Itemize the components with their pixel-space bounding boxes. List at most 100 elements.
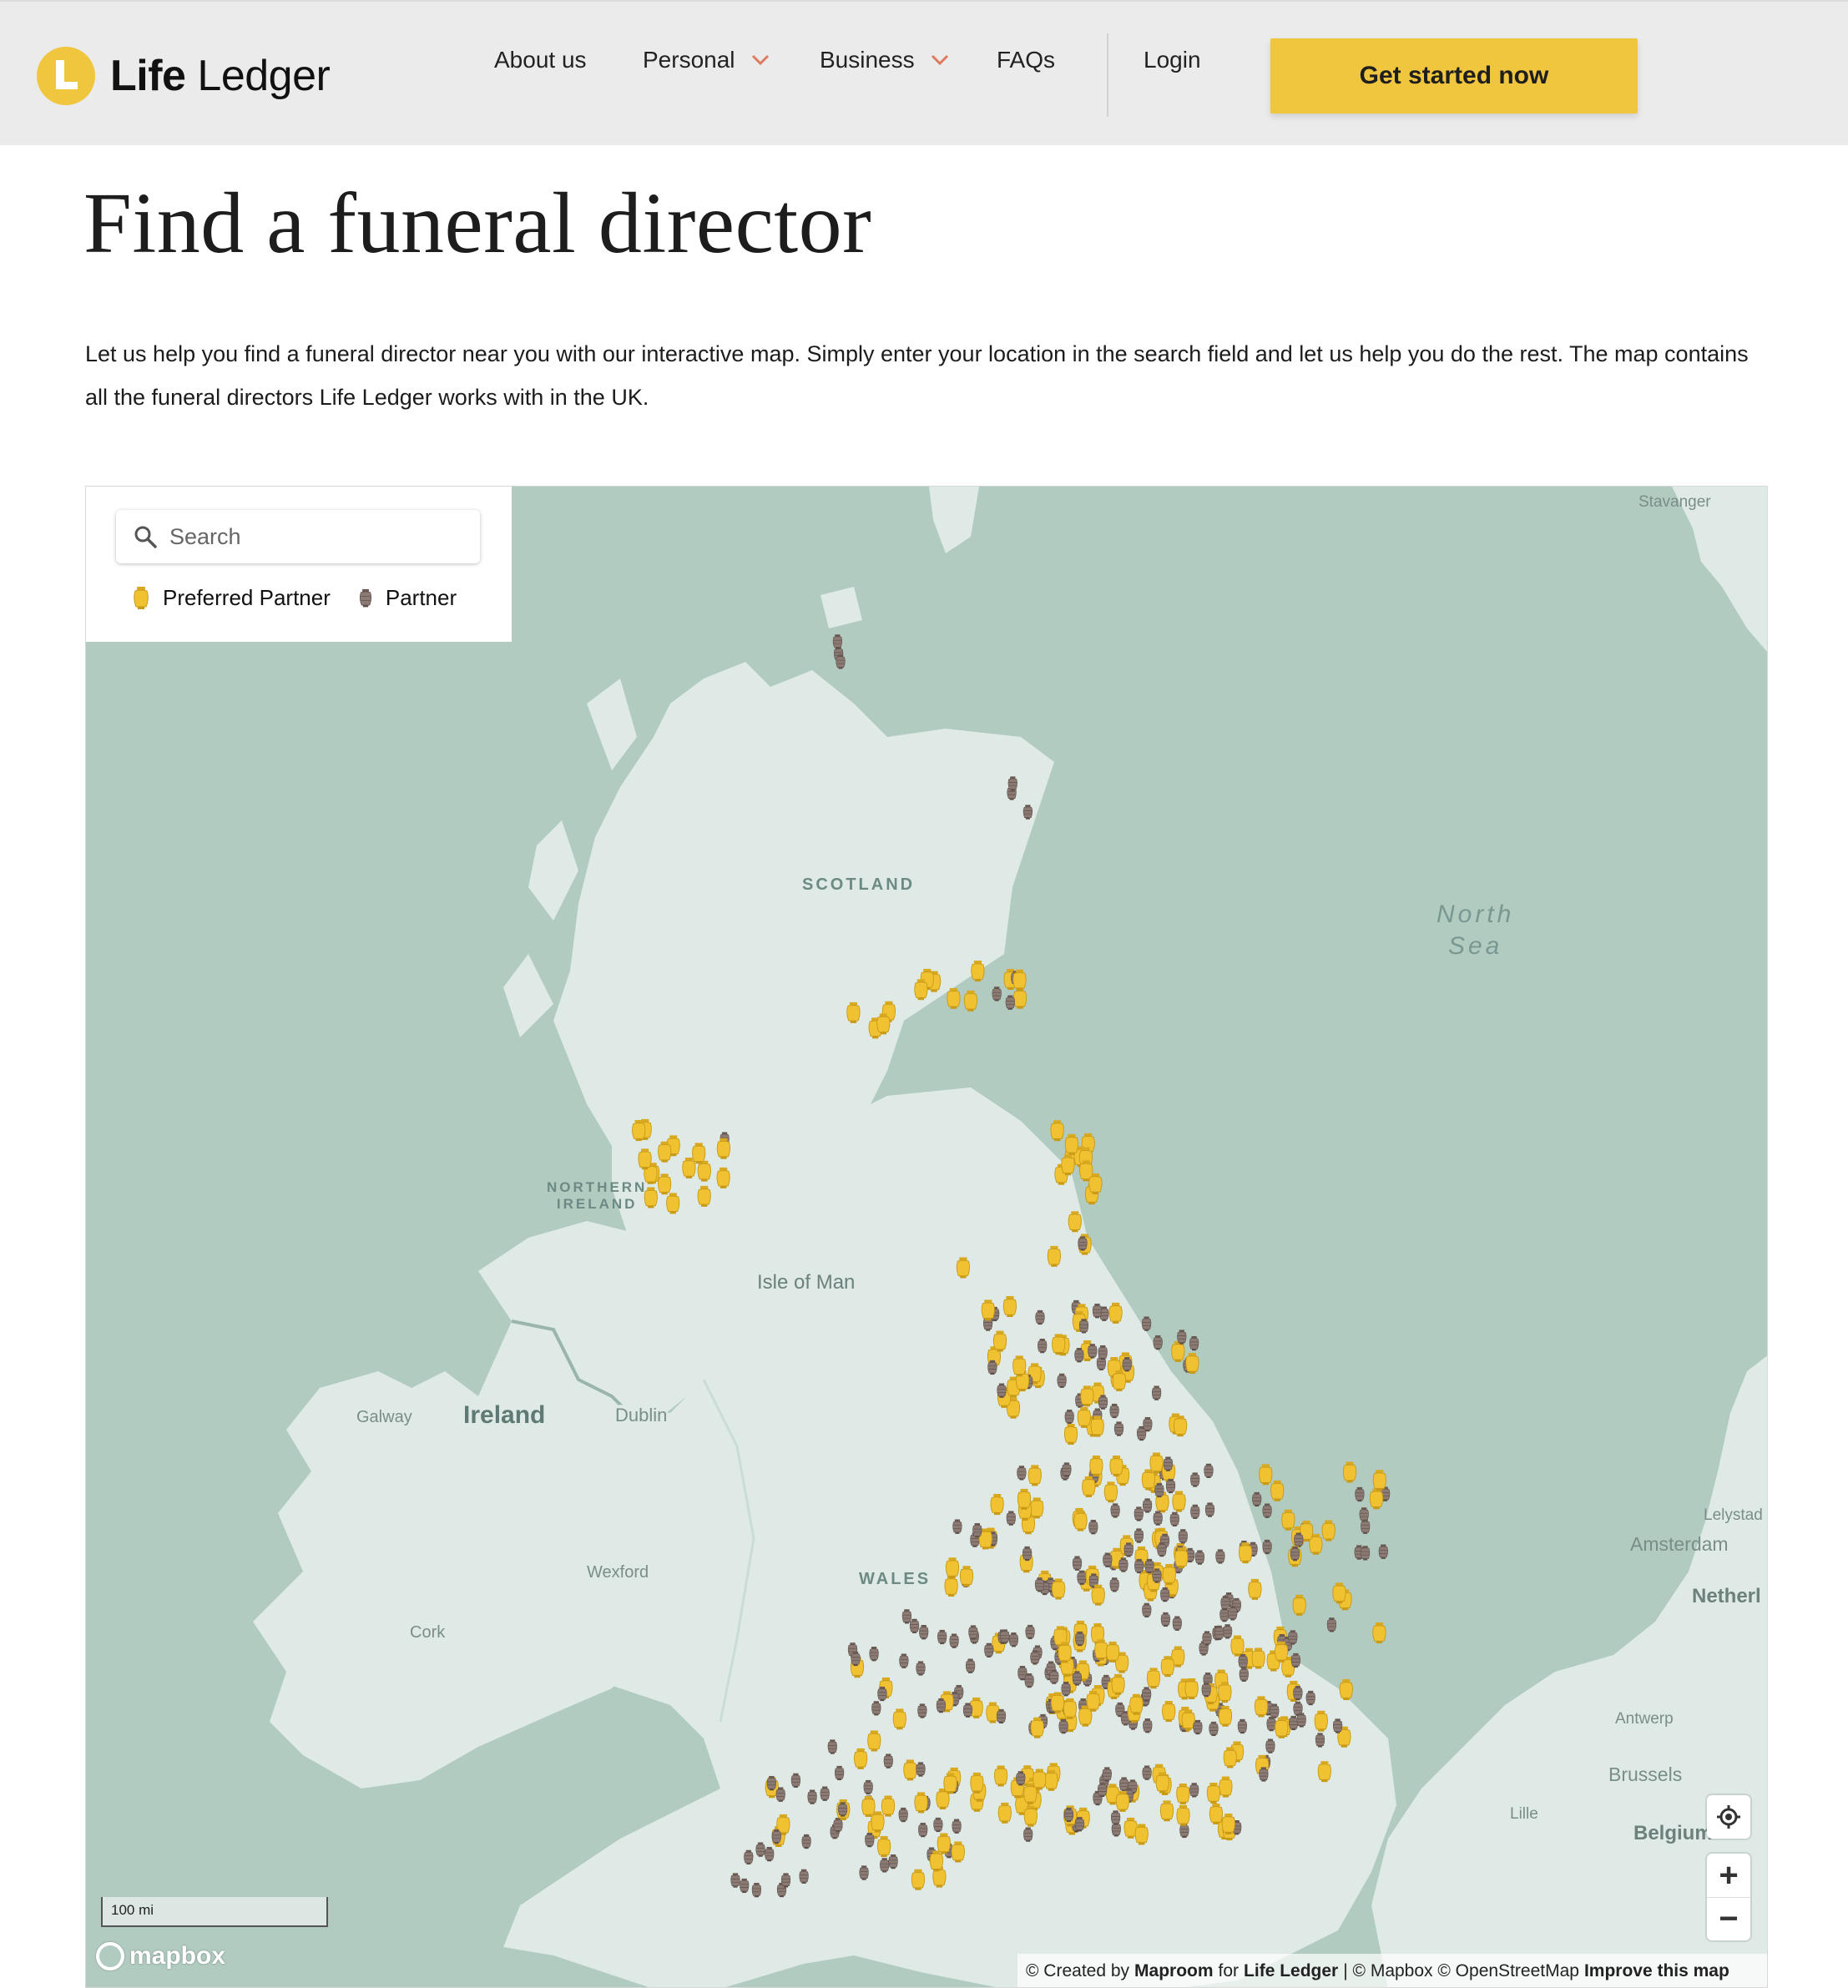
map-legend: Preferred Partner Partner — [133, 585, 485, 611]
zoom-controls: + − — [1707, 1854, 1750, 1940]
partner-marker[interactable] — [1141, 1316, 1152, 1332]
partner-marker[interactable] — [1288, 1630, 1298, 1645]
preferred-partner-marker[interactable] — [963, 990, 978, 1012]
legend-partner: Partner — [359, 585, 457, 611]
map-attribution: © Created by Maproom for Life Ledger | ©… — [1017, 1954, 1767, 1987]
map-label-belgium: Belgium — [1633, 1822, 1713, 1844]
preferred-partner-marker[interactable] — [1332, 1582, 1346, 1604]
partner-marker[interactable] — [1153, 1335, 1163, 1350]
map-label-north-sea-line1: North — [1436, 901, 1515, 928]
nav-business-label: Business — [820, 47, 915, 73]
map-label-scotland: SCOTLAND — [802, 875, 916, 894]
locate-icon — [1717, 1805, 1740, 1829]
nav-faqs-label: FAQs — [997, 47, 1056, 73]
preferred-partner-marker[interactable] — [1342, 1461, 1357, 1483]
partner-urn-icon — [359, 588, 372, 608]
map-search-box[interactable] — [116, 510, 480, 563]
partner-marker[interactable] — [1326, 1617, 1337, 1632]
attribution-for: for — [1218, 1961, 1240, 1980]
map-label-wexford: Wexford — [587, 1563, 649, 1582]
chevron-down-icon — [751, 54, 769, 66]
partner-marker[interactable] — [1189, 1335, 1199, 1351]
nav-faqs[interactable]: FAQs — [997, 47, 1055, 73]
map-label-stavanger: Stavanger — [1638, 493, 1711, 511]
life-ledger-logo[interactable]: Life Ledger — [37, 47, 331, 105]
map-label-galway: Galway — [356, 1408, 412, 1426]
partner-marker[interactable] — [992, 986, 1002, 1002]
zoom-in-button[interactable]: + — [1707, 1854, 1750, 1897]
get-started-button[interactable]: Get started now — [1270, 38, 1638, 114]
mapbox-wordmark: mapbox — [129, 1942, 226, 1970]
preferred-partner-marker[interactable] — [1372, 1470, 1386, 1491]
funeral-director-map[interactable]: Stavanger SCOTLAND North Sea NORTHERN IR… — [85, 486, 1768, 1988]
mapbox-logo[interactable]: mapbox — [96, 1942, 225, 1970]
map-label-ni-line1: NORTHERN — [547, 1179, 648, 1195]
improve-map-link[interactable]: Improve this map — [1584, 1961, 1729, 1981]
partner-marker[interactable] — [832, 634, 843, 649]
attribution-osm-links[interactable]: | © Mapbox © OpenStreetMap — [1343, 1961, 1579, 1981]
nav-about-label: About us — [494, 47, 587, 73]
logo-mark-icon — [37, 47, 95, 105]
partner-marker[interactable] — [1378, 1544, 1388, 1560]
intro-paragraph: Let us help you find a funeral director … — [85, 341, 1749, 410]
map-label-lille: Lille — [1510, 1805, 1538, 1823]
legend-partner-label: Partner — [385, 585, 457, 610]
map-label-northern-ireland: NORTHERN IRELAND — [547, 1179, 647, 1213]
site-header: Life Ledger About us Personal Business F… — [0, 0, 1848, 145]
nav-personal[interactable]: Personal — [643, 47, 770, 73]
logo-wordmark: Life Ledger — [110, 52, 331, 100]
map-label-north-sea-line2: Sea — [1447, 932, 1503, 960]
preferred-partner-marker[interactable] — [1292, 1594, 1306, 1617]
map-label-north-sea: North Sea — [1436, 899, 1514, 962]
preferred-partner-marker[interactable] — [1259, 1464, 1273, 1486]
map-label-cork: Cork — [410, 1623, 446, 1642]
partner-marker[interactable] — [1262, 1539, 1272, 1555]
legend-preferred-label: Preferred Partner — [163, 585, 331, 610]
legend-preferred-partner: Preferred Partner — [133, 585, 331, 611]
preferred-partner-marker[interactable] — [1064, 1133, 1079, 1156]
nav-login[interactable]: Login — [1144, 47, 1201, 73]
preferred-partner-marker[interactable] — [1372, 1622, 1386, 1644]
zoom-out-button[interactable]: − — [1707, 1897, 1750, 1940]
get-started-label: Get started now — [1359, 62, 1549, 89]
map-label-isle-of-man: Isle of Man — [757, 1271, 856, 1294]
map-label-netherlands: Netherl — [1692, 1585, 1761, 1607]
map-basemap[interactable] — [86, 487, 1768, 1988]
attribution-life-ledger-link[interactable]: Life Ledger — [1244, 1961, 1338, 1981]
nav-login-label: Login — [1144, 47, 1201, 73]
chevron-down-icon — [931, 54, 948, 66]
map-label-amsterdam: Amsterdam — [1630, 1533, 1729, 1555]
partner-marker[interactable] — [1252, 1491, 1262, 1507]
preferred-partner-marker[interactable] — [947, 987, 961, 1010]
preferred-partner-marker[interactable] — [1281, 1509, 1295, 1531]
preferred-partner-urn-icon — [133, 587, 149, 610]
attribution-prefix: © Created by — [1026, 1961, 1130, 1980]
nav-about-us[interactable]: About us — [494, 47, 587, 73]
search-icon — [134, 526, 157, 548]
preferred-partner-marker[interactable] — [1185, 1352, 1199, 1375]
map-search-input[interactable] — [169, 523, 470, 550]
preferred-partner-marker[interactable] — [1321, 1520, 1336, 1542]
nav-business[interactable]: Business — [820, 47, 950, 73]
preferred-partner-marker[interactable] — [1050, 1120, 1064, 1142]
partner-marker[interactable] — [1290, 1652, 1301, 1668]
map-label-brussels: Brussels — [1608, 1763, 1683, 1785]
nav-personal-label: Personal — [643, 47, 735, 73]
map-label-wales: WALES — [859, 1570, 932, 1588]
map-search-panel: Preferred Partner Partner — [86, 487, 512, 642]
page-title: Find a funeral director — [83, 175, 872, 271]
map-label-ni-line2: IRELAND — [556, 1196, 638, 1212]
map-label-antwerp: Antwerp — [1615, 1710, 1674, 1728]
map-label-ireland: Ireland — [463, 1401, 546, 1429]
map-label-lelystad: Lelystad — [1704, 1506, 1763, 1524]
map-label-dublin: Dublin — [615, 1405, 668, 1425]
partner-marker[interactable] — [1355, 1486, 1365, 1502]
map-scale-bar: 100 mi — [101, 1897, 328, 1927]
preferred-partner-marker[interactable] — [1339, 1679, 1353, 1701]
preferred-partner-marker[interactable] — [1012, 987, 1028, 1010]
partner-marker[interactable] — [1177, 1330, 1187, 1345]
attribution-maproom-link[interactable]: Maproom — [1134, 1961, 1214, 1981]
geolocate-button[interactable] — [1707, 1795, 1750, 1839]
preferred-partner-marker[interactable] — [1270, 1480, 1285, 1502]
partner-marker[interactable] — [1262, 1503, 1272, 1519]
